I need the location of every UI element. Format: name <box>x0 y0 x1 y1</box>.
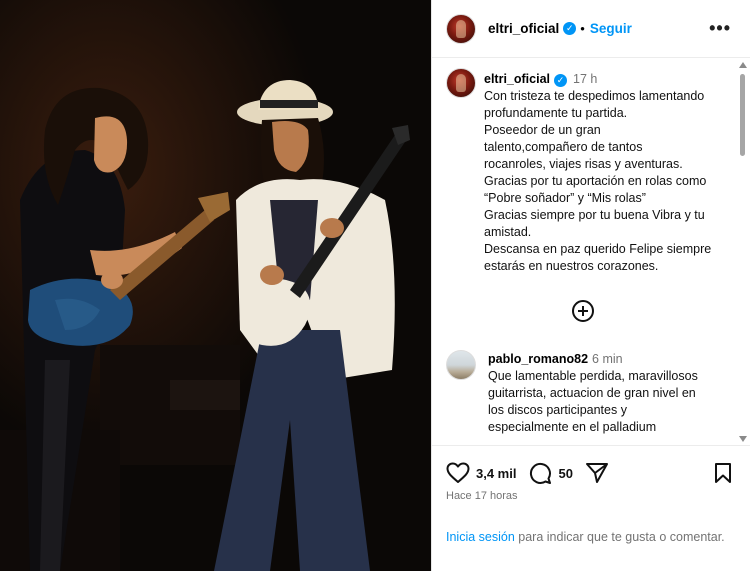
heart-icon[interactable] <box>446 462 470 484</box>
caption-line: “Pobre soñador” y “Mis rolas” <box>484 191 646 205</box>
login-link[interactable]: Inicia sesión <box>446 530 515 544</box>
login-prompt-text: para indicar que te gusta o comentar. <box>514 530 725 544</box>
author-avatar[interactable] <box>446 13 476 44</box>
comment-line: los discos participantes y <box>488 403 627 417</box>
author-username[interactable]: eltri_oficial <box>488 21 559 36</box>
commenter-username[interactable]: pablo_romano82 <box>488 352 588 366</box>
bookmark-icon[interactable] <box>713 462 733 484</box>
caption-line: Gracias por tu aportación en rolas como <box>484 174 707 188</box>
likes-count[interactable]: 3,4 mil <box>476 466 516 481</box>
concert-photo <box>0 0 431 571</box>
caption-line: Con tristeza te despedimos lamentando <box>484 89 705 103</box>
action-row: 3,4 mil 50 <box>446 460 609 486</box>
comment-body: pablo_romano82 6 min Que lamentable perdi… <box>488 351 738 436</box>
comments-scroll-area[interactable]: eltri_oficial ✓ 17 h Con tristeza te despe… <box>432 58 750 445</box>
scroll-up-arrow-icon[interactable] <box>739 62 747 68</box>
caption-line: rocanroles, viajes risas y aventuras. <box>484 157 683 171</box>
login-prompt: Inicia sesión para indicar que te gusta … <box>446 528 736 546</box>
comments-count[interactable]: 50 <box>558 466 572 481</box>
caption-line: amistad. <box>484 225 532 239</box>
caption-time[interactable]: 17 h <box>573 72 597 86</box>
post-side-panel: eltri_oficial ✓ • Seguir ••• eltri_ofici… <box>431 0 750 571</box>
caption-line: profundamente tu partida. <box>484 106 628 120</box>
verified-badge-icon: ✓ <box>554 74 567 87</box>
comment-line: especialmente en el palladium <box>488 420 657 434</box>
verified-badge-icon: ✓ <box>563 22 577 35</box>
comment-time[interactable]: 6 min <box>592 352 623 366</box>
caption-line: talento,compañero de tantos <box>484 140 643 154</box>
post-timestamp: Hace 17 horas <box>446 490 518 502</box>
share-icon[interactable] <box>585 462 609 484</box>
comment-line: Que lamentable perdida, maravillosos <box>488 369 698 383</box>
scroll-down-arrow-icon[interactable] <box>739 436 747 442</box>
post-actions: 3,4 mil 50 Hace 17 horas Inicia sesión p… <box>432 445 750 571</box>
scrollbar-thumb[interactable] <box>740 74 745 156</box>
post-photo[interactable] <box>0 0 431 571</box>
separator-dot: • <box>580 21 585 36</box>
caption-author-username[interactable]: eltri_oficial <box>484 72 550 86</box>
post-header: eltri_oficial ✓ • Seguir ••• <box>432 0 750 58</box>
more-options-icon[interactable]: ••• <box>709 18 731 39</box>
scrollbar[interactable] <box>738 62 747 442</box>
caption-line: estarás en nuestros corazones. <box>484 259 659 273</box>
caption-body: eltri_oficial ✓ 17 h Con tristeza te despe… <box>484 71 739 275</box>
comment-icon[interactable] <box>528 461 552 485</box>
comment-line: guitarrista, actuacion de gran nivel en <box>488 386 696 400</box>
caption-line: Poseedor de un gran <box>484 123 601 137</box>
caption-author-avatar[interactable] <box>446 68 476 98</box>
caption-line: Gracias siempre por tu buena Vibra y tu <box>484 208 705 222</box>
caption-line: Descansa en paz querido Felipe siempre <box>484 242 712 256</box>
add-icon[interactable] <box>572 300 594 322</box>
comment-header: pablo_romano82 6 min <box>488 351 738 368</box>
follow-button[interactable]: Seguir <box>590 21 632 36</box>
commenter-avatar[interactable] <box>446 350 476 380</box>
caption-header: eltri_oficial ✓ 17 h <box>484 71 739 88</box>
